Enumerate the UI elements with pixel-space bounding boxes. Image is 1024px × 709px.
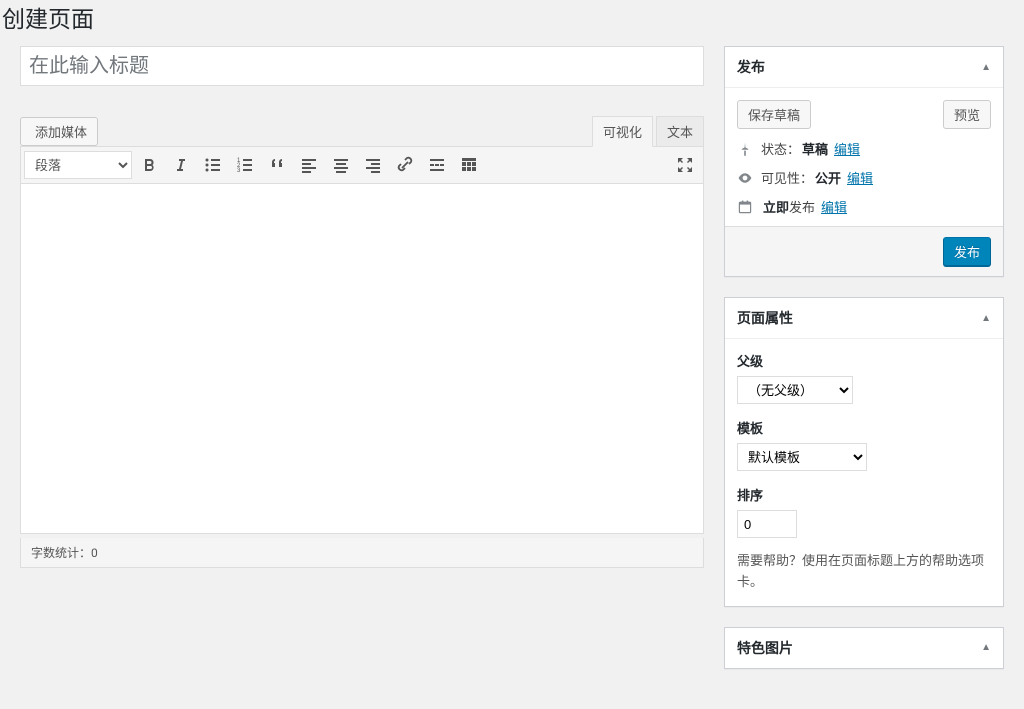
link-button[interactable] (390, 150, 420, 180)
editor-toolbar: 段落 123 (20, 146, 704, 184)
edit-visibility-link[interactable]: 编辑 (847, 168, 873, 187)
page-attributes-box: 页面属性 ▲ 父级 （无父级） 模板 默认模板 排序 (724, 297, 1004, 607)
eye-icon (737, 170, 757, 186)
tab-text[interactable]: 文本 (656, 116, 704, 146)
add-media-label: 添加媒体 (35, 122, 87, 141)
bullet-list-button[interactable] (198, 150, 228, 180)
numbered-list-button[interactable]: 123 (230, 150, 260, 180)
calendar-icon (737, 199, 757, 215)
preview-button[interactable]: 预览 (943, 100, 991, 129)
edit-schedule-link[interactable]: 编辑 (821, 197, 847, 216)
template-select[interactable]: 默认模板 (737, 443, 867, 471)
fullscreen-button[interactable] (670, 150, 700, 180)
attributes-box-header[interactable]: 页面属性 ▲ (725, 298, 1003, 339)
content-editor[interactable] (20, 184, 704, 534)
chevron-up-icon: ▲ (981, 313, 991, 324)
parent-label: 父级 (737, 351, 991, 370)
chevron-up-icon: ▲ (981, 642, 991, 653)
word-count: 字数统计：0 (20, 538, 704, 568)
tab-visual[interactable]: 可视化 (592, 116, 653, 147)
post-title-input[interactable] (20, 46, 704, 86)
featured-image-header[interactable]: 特色图片 ▲ (725, 628, 1003, 668)
editor-tabs: 可视化 文本 (589, 116, 704, 146)
schedule-row: 立即发布 编辑 (737, 197, 991, 216)
chevron-up-icon: ▲ (981, 62, 991, 73)
blockquote-button[interactable] (262, 150, 292, 180)
save-draft-button[interactable]: 保存草稿 (737, 100, 811, 129)
publish-box-header[interactable]: 发布 ▲ (725, 47, 1003, 88)
parent-select[interactable]: （无父级） (737, 376, 853, 404)
toolbar-toggle-button[interactable] (454, 150, 484, 180)
pin-icon (737, 141, 757, 157)
template-label: 模板 (737, 418, 991, 437)
visibility-row: 可见性： 公开 编辑 (737, 168, 991, 187)
order-label: 排序 (737, 485, 991, 504)
sidebar: 发布 ▲ 保存草稿 预览 状态： 草稿 编辑 可见性： 公开 (724, 46, 1004, 689)
status-row: 状态： 草稿 编辑 (737, 139, 991, 158)
featured-image-box: 特色图片 ▲ (724, 627, 1004, 669)
align-center-button[interactable] (326, 150, 356, 180)
bold-button[interactable] (134, 150, 164, 180)
align-left-button[interactable] (294, 150, 324, 180)
page-title: 创建页面 (2, 0, 1024, 34)
format-select[interactable]: 段落 (24, 151, 132, 179)
publish-box: 发布 ▲ 保存草稿 预览 状态： 草稿 编辑 可见性： 公开 (724, 46, 1004, 277)
edit-status-link[interactable]: 编辑 (834, 139, 860, 158)
svg-text:3: 3 (237, 168, 241, 174)
read-more-button[interactable] (422, 150, 452, 180)
publish-button[interactable]: 发布 (943, 237, 991, 266)
attributes-help-text: 需要帮助？使用在页面标题上方的帮助选项卡。 (737, 552, 991, 594)
order-input[interactable] (737, 510, 797, 538)
main-content: 添加媒体 可视化 文本 段落 123 (20, 46, 704, 689)
italic-button[interactable] (166, 150, 196, 180)
align-right-button[interactable] (358, 150, 388, 180)
add-media-button[interactable]: 添加媒体 (20, 117, 98, 146)
